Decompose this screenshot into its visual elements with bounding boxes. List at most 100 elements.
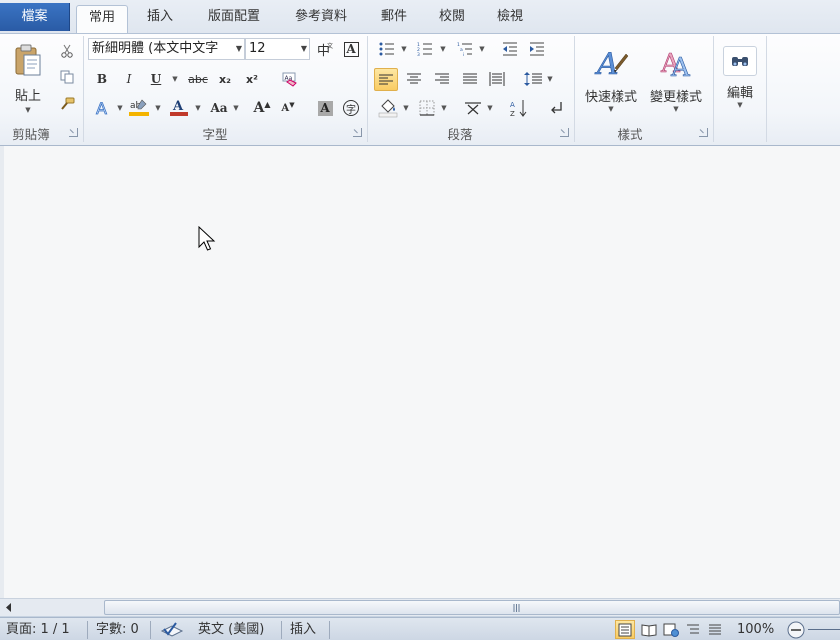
cut-button[interactable] bbox=[56, 41, 78, 61]
borders-button[interactable] bbox=[416, 97, 438, 119]
subscript-button[interactable]: x₂ bbox=[215, 69, 235, 89]
strikethrough-button[interactable]: abc bbox=[186, 69, 210, 89]
font-name-combo[interactable]: 新細明體 (本文中文字 ▼ bbox=[88, 38, 245, 60]
tab-references[interactable]: 參考資料 bbox=[283, 5, 359, 30]
numbering-button[interactable]: 1 2 3 bbox=[414, 39, 436, 59]
borders-dropdown[interactable]: ▼ bbox=[438, 97, 448, 119]
document-canvas[interactable] bbox=[0, 146, 840, 598]
font-launcher-icon[interactable] bbox=[353, 128, 362, 137]
asian-layout-dropdown[interactable]: ▼ bbox=[484, 97, 494, 119]
change-styles-button[interactable]: A A 變更樣式 ▼ bbox=[645, 38, 707, 118]
superscript-button[interactable]: x² bbox=[242, 69, 262, 89]
enclose-characters-button[interactable]: 字 bbox=[341, 98, 361, 118]
font-size-combo[interactable]: 12 ▼ bbox=[245, 38, 310, 60]
tab-review[interactable]: 校閱 bbox=[430, 5, 474, 30]
bullet-list-icon bbox=[379, 42, 394, 56]
align-right-button[interactable] bbox=[431, 69, 453, 89]
quick-styles-button[interactable]: A 快速樣式 ▼ bbox=[580, 38, 642, 118]
tab-insert[interactable]: 插入 bbox=[134, 5, 186, 30]
sort-button[interactable]: A Z bbox=[508, 97, 530, 119]
clipboard-launcher-icon[interactable] bbox=[69, 128, 78, 137]
paragraph-mark-icon bbox=[551, 102, 562, 114]
styles-launcher-icon[interactable] bbox=[699, 128, 708, 137]
copy-button[interactable] bbox=[56, 67, 78, 87]
paste-button[interactable]: 貼上 ▼ bbox=[6, 38, 50, 118]
distributed-button[interactable] bbox=[486, 69, 508, 89]
tab-view[interactable]: 檢視 bbox=[488, 5, 532, 30]
grow-font-label: A bbox=[253, 100, 265, 116]
line-spacing-dropdown[interactable]: ▼ bbox=[544, 69, 554, 89]
underline-dropdown[interactable]: ▼ bbox=[168, 69, 180, 89]
grow-font-button[interactable]: A ▲ bbox=[252, 97, 272, 119]
chevron-down-icon: ▼ bbox=[155, 104, 161, 112]
shading-dropdown[interactable]: ▼ bbox=[400, 97, 410, 119]
paragraph-launcher-icon[interactable] bbox=[560, 128, 569, 137]
status-page-count[interactable]: 頁面: 1 / 1 bbox=[6, 621, 70, 639]
text-effects-button[interactable]: A bbox=[92, 97, 114, 119]
bullets-dropdown[interactable]: ▼ bbox=[398, 39, 408, 59]
increase-indent-button[interactable] bbox=[526, 39, 548, 59]
highlight-button[interactable]: ab bbox=[127, 97, 151, 119]
bullets-button[interactable] bbox=[376, 39, 398, 59]
align-left-button[interactable] bbox=[374, 68, 398, 91]
line-spacing-icon bbox=[524, 72, 542, 86]
scroll-left-arrow-icon[interactable] bbox=[2, 600, 16, 615]
decrease-indent-button[interactable] bbox=[499, 39, 521, 59]
underline-button[interactable]: U bbox=[147, 69, 165, 89]
horizontal-scroll-thumb[interactable] bbox=[104, 600, 840, 615]
italic-button[interactable]: I bbox=[120, 69, 138, 89]
clear-formatting-button[interactable]: Aa bbox=[278, 69, 300, 89]
svg-text:3: 3 bbox=[417, 52, 420, 56]
numbering-dropdown[interactable]: ▼ bbox=[437, 39, 447, 59]
bold-button[interactable]: B bbox=[93, 69, 111, 89]
view-web-layout-button[interactable] bbox=[661, 620, 681, 639]
font-color-icon: A bbox=[170, 99, 188, 116]
chevron-down-icon: ▼ bbox=[401, 45, 407, 53]
show-marks-button[interactable] bbox=[546, 97, 568, 119]
change-styles-icon: A A bbox=[660, 48, 692, 79]
svg-text:A: A bbox=[594, 47, 619, 80]
editing-icon-frame bbox=[723, 45, 757, 76]
tab-page-layout[interactable]: 版面配置 bbox=[196, 5, 272, 30]
change-styles-label: 變更樣式 bbox=[649, 89, 702, 105]
text-effects-dropdown[interactable]: ▼ bbox=[114, 97, 124, 119]
status-language[interactable]: 英文 (美國) bbox=[198, 621, 264, 639]
zoom-out-button[interactable] bbox=[786, 620, 806, 639]
shrink-font-button[interactable]: A ▼ bbox=[278, 97, 298, 119]
multilevel-list-button[interactable]: 1 a i bbox=[454, 39, 476, 59]
tab-mailings[interactable]: 郵件 bbox=[372, 5, 416, 30]
chevron-down-icon: ▼ bbox=[608, 104, 614, 113]
justify-button[interactable] bbox=[459, 69, 481, 89]
view-print-layout-button[interactable] bbox=[615, 620, 635, 639]
character-border-button[interactable]: A bbox=[341, 39, 361, 59]
status-word-count[interactable]: 字數: 0 bbox=[96, 621, 139, 639]
view-outline-button[interactable] bbox=[683, 620, 703, 639]
chevron-down-icon: ▼ bbox=[673, 104, 679, 113]
tab-file[interactable]: 檔案 bbox=[0, 3, 70, 31]
multilevel-dropdown[interactable]: ▼ bbox=[476, 39, 486, 59]
zoom-level[interactable]: 100% bbox=[737, 621, 774, 639]
zoom-slider-track[interactable] bbox=[808, 629, 840, 630]
group-divider bbox=[83, 36, 84, 142]
shading-button[interactable] bbox=[376, 97, 400, 119]
phonetic-guide-button[interactable]: 中 文 bbox=[315, 39, 337, 59]
enclose-label: 字 bbox=[343, 100, 359, 116]
status-insert-mode[interactable]: 插入 bbox=[290, 621, 316, 639]
format-painter-button[interactable] bbox=[56, 94, 78, 114]
align-center-button[interactable] bbox=[403, 69, 425, 89]
editing-button[interactable]: 編輯 ▼ bbox=[718, 38, 762, 116]
change-case-button[interactable]: Aa bbox=[207, 97, 231, 119]
proofing-status-icon[interactable] bbox=[160, 619, 184, 637]
line-spacing-button[interactable] bbox=[522, 69, 544, 89]
font-color-button[interactable]: A bbox=[168, 97, 190, 119]
clipboard-group-label: 剪貼簿 bbox=[12, 127, 50, 142]
font-color-dropdown[interactable]: ▼ bbox=[192, 97, 202, 119]
chevron-down-icon: ▼ bbox=[235, 44, 242, 53]
highlight-dropdown[interactable]: ▼ bbox=[152, 97, 162, 119]
view-full-screen-reading-button[interactable] bbox=[639, 620, 659, 639]
character-shading-button[interactable]: A bbox=[315, 98, 335, 118]
change-case-dropdown[interactable]: ▼ bbox=[231, 97, 239, 119]
view-draft-button[interactable] bbox=[705, 620, 725, 639]
asian-layout-button[interactable] bbox=[462, 97, 484, 119]
tab-home[interactable]: 常用 bbox=[76, 5, 128, 34]
